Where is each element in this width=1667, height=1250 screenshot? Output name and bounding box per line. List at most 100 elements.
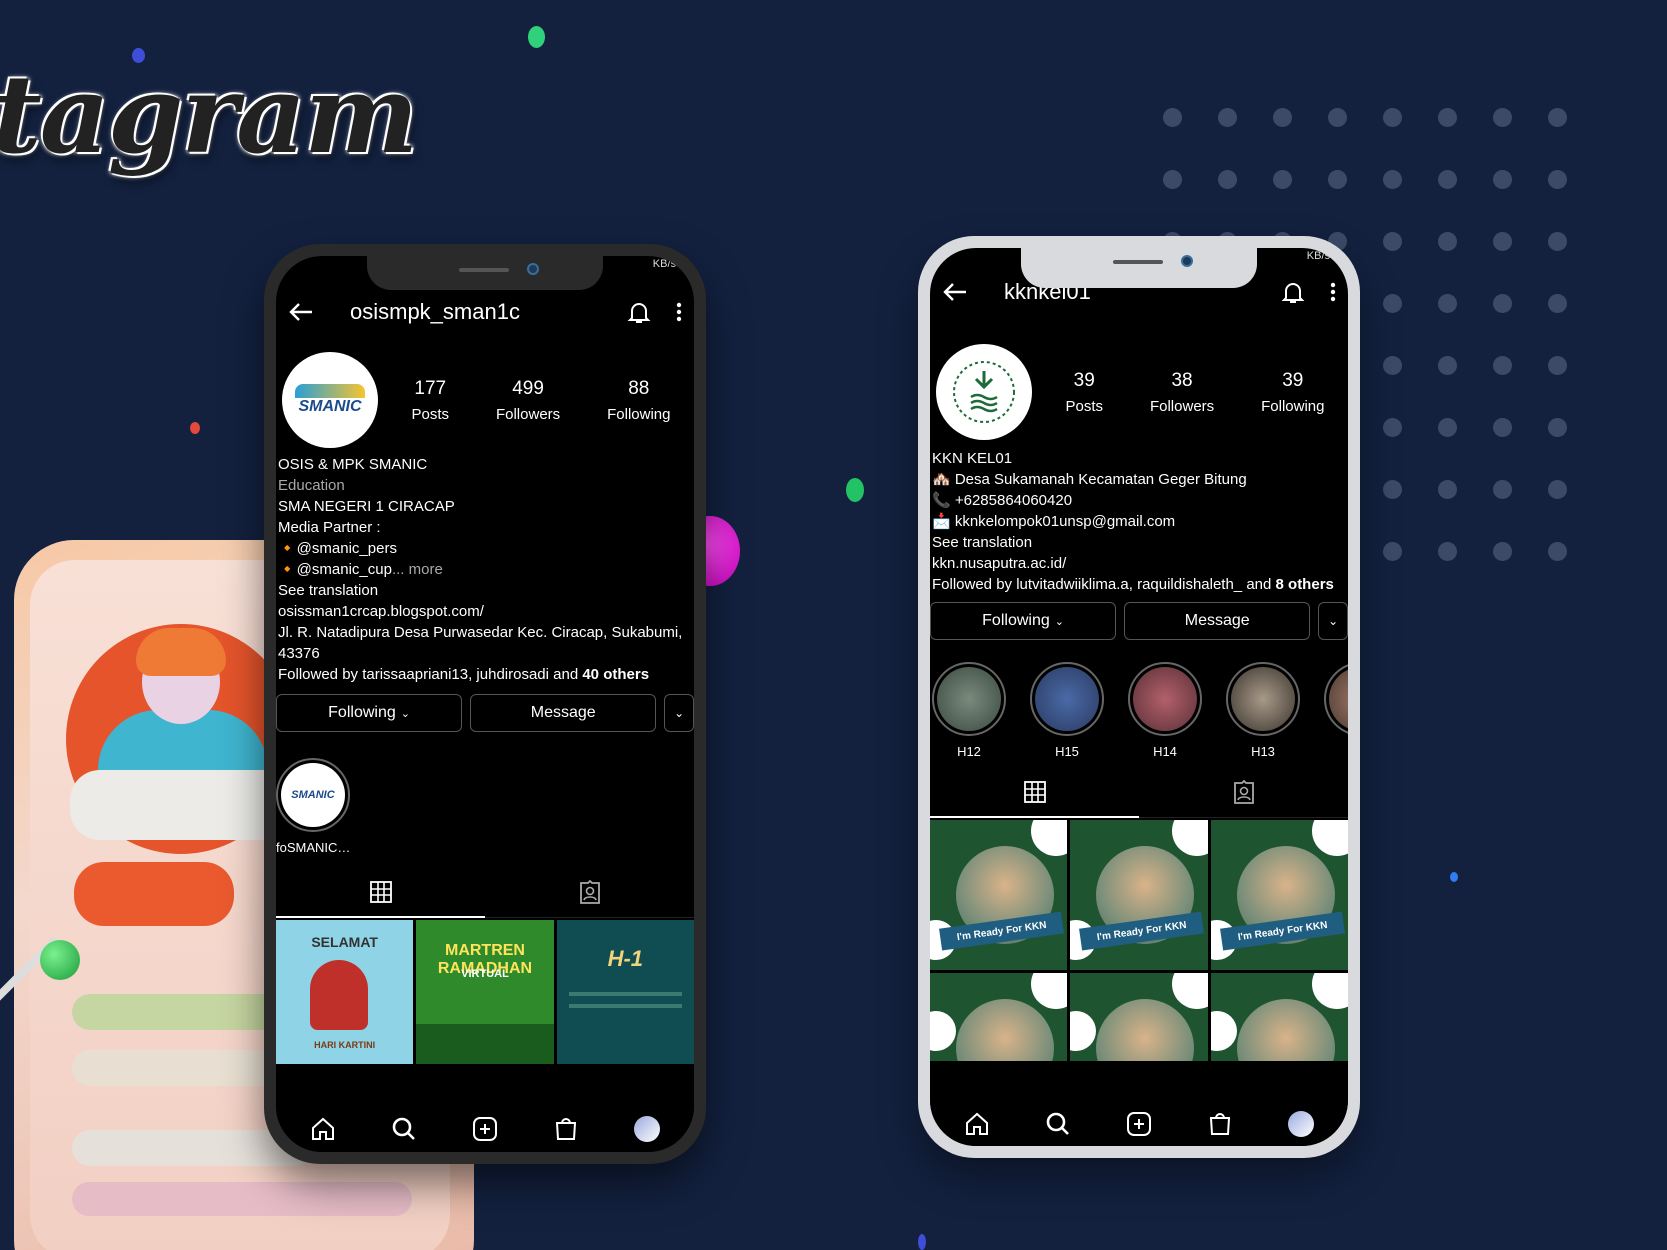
post-tile[interactable]: I'm Ready For KKN: [930, 820, 1068, 970]
highlight-item[interactable]: [1324, 662, 1348, 759]
profile-actions: Following ⌄ Message ⌄: [276, 694, 694, 732]
decor-dot: [1383, 418, 1402, 437]
followed-by[interactable]: Followed by tarissaapriani13, juhdirosad…: [278, 664, 690, 685]
message-button[interactable]: Message: [1124, 602, 1311, 640]
highlight-label: H13: [1251, 744, 1275, 759]
bio-website-link[interactable]: kkn.nusaputra.ac.id/: [932, 553, 1344, 574]
chevron-down-icon: ⌄: [674, 706, 685, 720]
stat-posts[interactable]: 39 Posts: [1065, 370, 1103, 415]
bio-line[interactable]: 🔸@smanic_pers: [278, 538, 690, 559]
post-tile[interactable]: [1210, 973, 1348, 1061]
add-post-icon[interactable]: [1126, 1111, 1152, 1137]
phone-notch: [367, 256, 603, 290]
profile-avatar[interactable]: SMANIC: [282, 352, 378, 448]
profile-nav-avatar[interactable]: [1288, 1111, 1315, 1137]
home-icon[interactable]: [964, 1111, 990, 1137]
message-button[interactable]: Message: [470, 694, 657, 732]
home-icon[interactable]: [310, 1116, 336, 1142]
shop-icon[interactable]: [1207, 1111, 1233, 1137]
add-post-icon[interactable]: [472, 1116, 498, 1142]
highlight-item[interactable]: H13: [1226, 662, 1300, 759]
tab-posts-grid[interactable]: [276, 866, 485, 918]
post-tile[interactable]: I'm Ready For KKN: [1070, 820, 1208, 970]
tab-tagged[interactable]: [485, 866, 694, 917]
decor-dot: [132, 48, 145, 63]
profile-actions: Following ⌄ Message ⌄: [930, 602, 1348, 640]
highlight-item[interactable]: SMANIC foSMANICC...: [276, 758, 352, 855]
profile-stats: 177 Posts 499 Followers 88 Following: [378, 378, 694, 423]
bell-icon[interactable]: [1280, 279, 1306, 305]
bio-name: KKN KEL01: [932, 450, 1013, 467]
following-button[interactable]: Following ⌄: [930, 602, 1117, 640]
highlight-item[interactable]: H15: [1030, 662, 1104, 759]
decor-dot: [1163, 170, 1182, 189]
phone-left: KB/s osismpk_sman1c SMANIC 177 Posts 499…: [264, 244, 706, 1164]
search-icon[interactable]: [1045, 1111, 1071, 1137]
decor-dot: [1383, 356, 1402, 375]
stat-followers[interactable]: 499 Followers: [496, 378, 560, 423]
stat-following[interactable]: 88 Following: [607, 378, 670, 423]
illustration-bar: [72, 1182, 412, 1216]
grid-icon: [369, 880, 392, 903]
profile-nav-avatar[interactable]: [634, 1116, 661, 1142]
post-tile[interactable]: H-1: [556, 920, 694, 1064]
decor-dot: [1218, 170, 1237, 189]
profile-avatar[interactable]: [936, 344, 1032, 440]
followed-by[interactable]: Followed by lutvitadwiiklima.a, raquildi…: [932, 574, 1344, 595]
bio-more-link[interactable]: ... more: [392, 561, 443, 578]
bell-icon[interactable]: [626, 299, 652, 325]
highlight-label: H14: [1153, 744, 1177, 759]
suggested-chevron-button[interactable]: ⌄: [664, 694, 694, 732]
more-vertical-icon[interactable]: [1330, 281, 1340, 303]
profile-stats: 39 Posts 38 Followers 39 Following: [1032, 370, 1348, 415]
phone-notch: [1021, 248, 1257, 288]
post-tile[interactable]: MARTREN RAMADHAN VIRTUAL: [416, 920, 554, 1064]
decor-dot: [1438, 542, 1457, 561]
post-tile[interactable]: I'm Ready For KKN: [1210, 820, 1348, 970]
bio-line: 🔸@smanic_cup... more: [278, 561, 443, 578]
bio-phone[interactable]: 📞 +6285864060420: [932, 490, 1344, 511]
bottom-nav: [276, 1106, 694, 1152]
profile-tabs: [276, 866, 694, 918]
highlight-item[interactable]: H12: [932, 662, 1006, 759]
search-icon[interactable]: [391, 1116, 417, 1142]
phone-right-screen: KB/s kknkel01 39 Posts 38 Followers 39 F…: [930, 248, 1348, 1146]
arrow-left-icon[interactable]: [288, 300, 318, 324]
tab-posts-grid[interactable]: [930, 766, 1139, 818]
stat-followers[interactable]: 38 Followers: [1150, 370, 1214, 415]
grid-icon: [1023, 780, 1046, 803]
bio-line: Media Partner :: [278, 519, 381, 536]
decor-dot: [1548, 542, 1567, 561]
shop-icon[interactable]: [553, 1116, 579, 1142]
decor-dot: [1438, 480, 1457, 499]
decor-dot: [1493, 418, 1512, 437]
profile-bio: OSIS & MPK SMANIC Education SMA NEGERI 1…: [278, 454, 690, 685]
arrow-left-icon[interactable]: [942, 280, 972, 304]
more-vertical-icon[interactable]: [676, 301, 686, 323]
highlight-label: foSMANICC...: [276, 840, 352, 855]
bio-email[interactable]: 📩 kknkelompok01unsp@gmail.com: [932, 511, 1344, 532]
story-highlights: SMANIC foSMANICC...: [276, 758, 694, 855]
post-tile[interactable]: [1070, 973, 1208, 1061]
bio-address: Jl. R. Natadipura Desa Purwasedar Kec. C…: [278, 624, 683, 662]
decor-dot: [1548, 170, 1567, 189]
profile-header: SMANIC 177 Posts 499 Followers 88 Following: [282, 352, 694, 448]
decor-dot: [1273, 108, 1292, 127]
decor-dot: [1548, 232, 1567, 251]
decor-dot: [1548, 418, 1567, 437]
see-translation-link[interactable]: See translation: [278, 580, 690, 601]
post-grid: SELAMAT HARI KARTINI MARTREN RAMADHAN VI…: [276, 920, 694, 1064]
suggested-chevron-button[interactable]: ⌄: [1318, 602, 1348, 640]
tab-tagged[interactable]: [1139, 766, 1348, 817]
story-highlights: H12 H15 H14 H13: [932, 662, 1348, 759]
stat-posts[interactable]: 177 Posts: [411, 378, 449, 423]
see-translation-link[interactable]: See translation: [932, 532, 1344, 553]
decor-dot: [1548, 356, 1567, 375]
post-tile[interactable]: [930, 973, 1068, 1061]
highlight-item[interactable]: H14: [1128, 662, 1202, 759]
following-button[interactable]: Following ⌄: [276, 694, 463, 732]
stat-following[interactable]: 39 Following: [1261, 370, 1324, 415]
bio-website-link[interactable]: osissman1crcap.blogspot.com/: [278, 601, 690, 622]
post-tile[interactable]: SELAMAT HARI KARTINI: [276, 920, 414, 1064]
bio-line: 🏘️ Desa Sukamanah Kecamatan Geger Bitung: [932, 471, 1247, 488]
